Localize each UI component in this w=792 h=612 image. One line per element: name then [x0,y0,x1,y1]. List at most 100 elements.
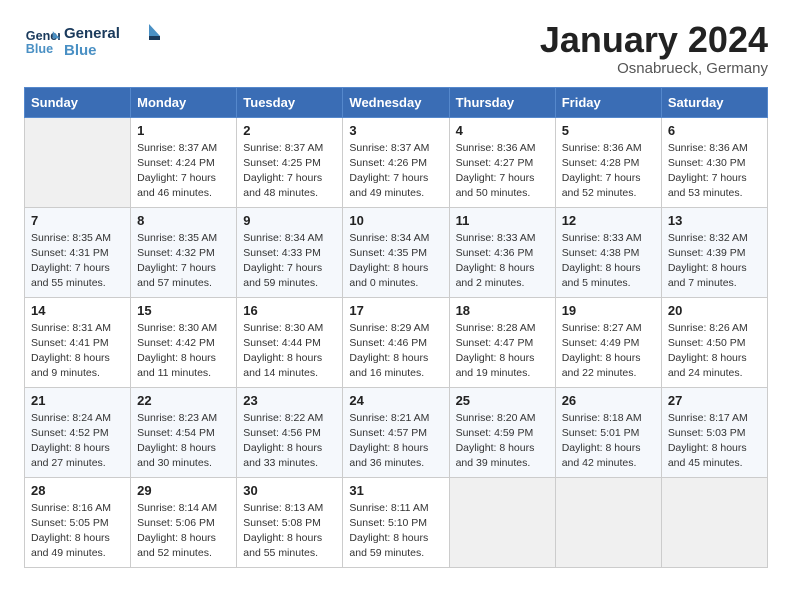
sunrise-label: Sunrise: 8:29 AM [349,322,429,334]
calendar-week-row: 21 Sunrise: 8:24 AM Sunset: 4:52 PM Dayl… [25,387,768,477]
weekday-header-friday: Friday [555,87,661,117]
day-info: Sunrise: 8:34 AM Sunset: 4:33 PM Dayligh… [243,231,336,292]
calendar-cell: 25 Sunrise: 8:20 AM Sunset: 4:59 PM Dayl… [449,387,555,477]
day-number: 8 [137,213,230,228]
sunset-label: Sunset: 4:30 PM [668,157,746,169]
sunset-label: Sunset: 4:33 PM [243,247,321,259]
sunset-label: Sunset: 4:47 PM [456,337,534,349]
day-number: 13 [668,213,761,228]
daylight-label: Daylight: 8 hours and 2 minutes. [456,262,535,289]
sunrise-label: Sunrise: 8:30 AM [243,322,323,334]
sunset-label: Sunset: 5:08 PM [243,517,321,529]
daylight-label: Daylight: 7 hours and 53 minutes. [668,172,747,199]
day-info: Sunrise: 8:35 AM Sunset: 4:32 PM Dayligh… [137,231,230,292]
day-number: 23 [243,393,336,408]
sunrise-label: Sunrise: 8:33 AM [562,232,642,244]
day-info: Sunrise: 8:21 AM Sunset: 4:57 PM Dayligh… [349,411,442,472]
calendar-cell: 31 Sunrise: 8:11 AM Sunset: 5:10 PM Dayl… [343,477,449,567]
sunset-label: Sunset: 5:05 PM [31,517,109,529]
calendar-cell: 16 Sunrise: 8:30 AM Sunset: 4:44 PM Dayl… [237,297,343,387]
day-info: Sunrise: 8:22 AM Sunset: 4:56 PM Dayligh… [243,411,336,472]
daylight-label: Daylight: 8 hours and 22 minutes. [562,352,641,379]
daylight-label: Daylight: 8 hours and 24 minutes. [668,352,747,379]
daylight-label: Daylight: 8 hours and 36 minutes. [349,442,428,469]
day-number: 26 [562,393,655,408]
sunset-label: Sunset: 4:31 PM [31,247,109,259]
daylight-label: Daylight: 8 hours and 33 minutes. [243,442,322,469]
day-info: Sunrise: 8:16 AM Sunset: 5:05 PM Dayligh… [31,501,124,562]
calendar-cell [661,477,767,567]
calendar-cell: 12 Sunrise: 8:33 AM Sunset: 4:38 PM Dayl… [555,207,661,297]
day-number: 30 [243,483,336,498]
calendar-cell: 2 Sunrise: 8:37 AM Sunset: 4:25 PM Dayli… [237,117,343,207]
daylight-label: Daylight: 7 hours and 50 minutes. [456,172,535,199]
day-number: 12 [562,213,655,228]
day-info: Sunrise: 8:30 AM Sunset: 4:44 PM Dayligh… [243,321,336,382]
sunset-label: Sunset: 4:38 PM [562,247,640,259]
sunset-label: Sunset: 4:56 PM [243,427,321,439]
sunset-label: Sunset: 4:36 PM [456,247,534,259]
daylight-label: Daylight: 8 hours and 39 minutes. [456,442,535,469]
calendar-cell [25,117,131,207]
daylight-label: Daylight: 7 hours and 55 minutes. [31,262,110,289]
sunrise-label: Sunrise: 8:36 AM [456,142,536,154]
svg-text:Blue: Blue [26,42,53,56]
day-number: 5 [562,123,655,138]
day-number: 4 [456,123,549,138]
day-info: Sunrise: 8:32 AM Sunset: 4:39 PM Dayligh… [668,231,761,292]
calendar-cell: 24 Sunrise: 8:21 AM Sunset: 4:57 PM Dayl… [343,387,449,477]
logo-graphic: General Blue [64,20,164,64]
calendar-cell: 3 Sunrise: 8:37 AM Sunset: 4:26 PM Dayli… [343,117,449,207]
calendar-cell: 11 Sunrise: 8:33 AM Sunset: 4:36 PM Dayl… [449,207,555,297]
sunrise-label: Sunrise: 8:37 AM [243,142,323,154]
daylight-label: Daylight: 8 hours and 52 minutes. [137,532,216,559]
calendar-cell: 15 Sunrise: 8:30 AM Sunset: 4:42 PM Dayl… [131,297,237,387]
calendar-cell: 21 Sunrise: 8:24 AM Sunset: 4:52 PM Dayl… [25,387,131,477]
day-info: Sunrise: 8:33 AM Sunset: 4:36 PM Dayligh… [456,231,549,292]
calendar-cell: 30 Sunrise: 8:13 AM Sunset: 5:08 PM Dayl… [237,477,343,567]
day-info: Sunrise: 8:36 AM Sunset: 4:27 PM Dayligh… [456,141,549,202]
daylight-label: Daylight: 8 hours and 16 minutes. [349,352,428,379]
daylight-label: Daylight: 8 hours and 42 minutes. [562,442,641,469]
daylight-label: Daylight: 7 hours and 46 minutes. [137,172,216,199]
sunset-label: Sunset: 4:41 PM [31,337,109,349]
day-info: Sunrise: 8:18 AM Sunset: 5:01 PM Dayligh… [562,411,655,472]
day-number: 16 [243,303,336,318]
day-info: Sunrise: 8:37 AM Sunset: 4:26 PM Dayligh… [349,141,442,202]
calendar-table: SundayMondayTuesdayWednesdayThursdayFrid… [24,87,768,568]
sunset-label: Sunset: 4:49 PM [562,337,640,349]
calendar-cell: 7 Sunrise: 8:35 AM Sunset: 4:31 PM Dayli… [25,207,131,297]
day-info: Sunrise: 8:27 AM Sunset: 4:49 PM Dayligh… [562,321,655,382]
sunrise-label: Sunrise: 8:35 AM [31,232,111,244]
sunrise-label: Sunrise: 8:27 AM [562,322,642,334]
day-number: 19 [562,303,655,318]
day-number: 7 [31,213,124,228]
svg-text:Blue: Blue [64,42,97,59]
sunset-label: Sunset: 4:42 PM [137,337,215,349]
day-number: 29 [137,483,230,498]
day-info: Sunrise: 8:20 AM Sunset: 4:59 PM Dayligh… [456,411,549,472]
calendar-cell: 5 Sunrise: 8:36 AM Sunset: 4:28 PM Dayli… [555,117,661,207]
sunrise-label: Sunrise: 8:30 AM [137,322,217,334]
sunrise-label: Sunrise: 8:23 AM [137,412,217,424]
daylight-label: Daylight: 8 hours and 59 minutes. [349,532,428,559]
day-number: 3 [349,123,442,138]
sunrise-label: Sunrise: 8:35 AM [137,232,217,244]
sunset-label: Sunset: 4:25 PM [243,157,321,169]
month-title: January 2024 [540,20,768,60]
weekday-header-wednesday: Wednesday [343,87,449,117]
day-number: 14 [31,303,124,318]
sunset-label: Sunset: 4:44 PM [243,337,321,349]
sunrise-label: Sunrise: 8:14 AM [137,502,217,514]
logo: General Blue General Blue General Blue [24,20,164,64]
day-number: 17 [349,303,442,318]
calendar-header-row: SundayMondayTuesdayWednesdayThursdayFrid… [25,87,768,117]
calendar-cell: 10 Sunrise: 8:34 AM Sunset: 4:35 PM Dayl… [343,207,449,297]
daylight-label: Daylight: 7 hours and 52 minutes. [562,172,641,199]
calendar-week-row: 28 Sunrise: 8:16 AM Sunset: 5:05 PM Dayl… [25,477,768,567]
calendar-cell: 14 Sunrise: 8:31 AM Sunset: 4:41 PM Dayl… [25,297,131,387]
day-info: Sunrise: 8:30 AM Sunset: 4:42 PM Dayligh… [137,321,230,382]
day-info: Sunrise: 8:31 AM Sunset: 4:41 PM Dayligh… [31,321,124,382]
calendar-cell: 9 Sunrise: 8:34 AM Sunset: 4:33 PM Dayli… [237,207,343,297]
sunset-label: Sunset: 4:46 PM [349,337,427,349]
